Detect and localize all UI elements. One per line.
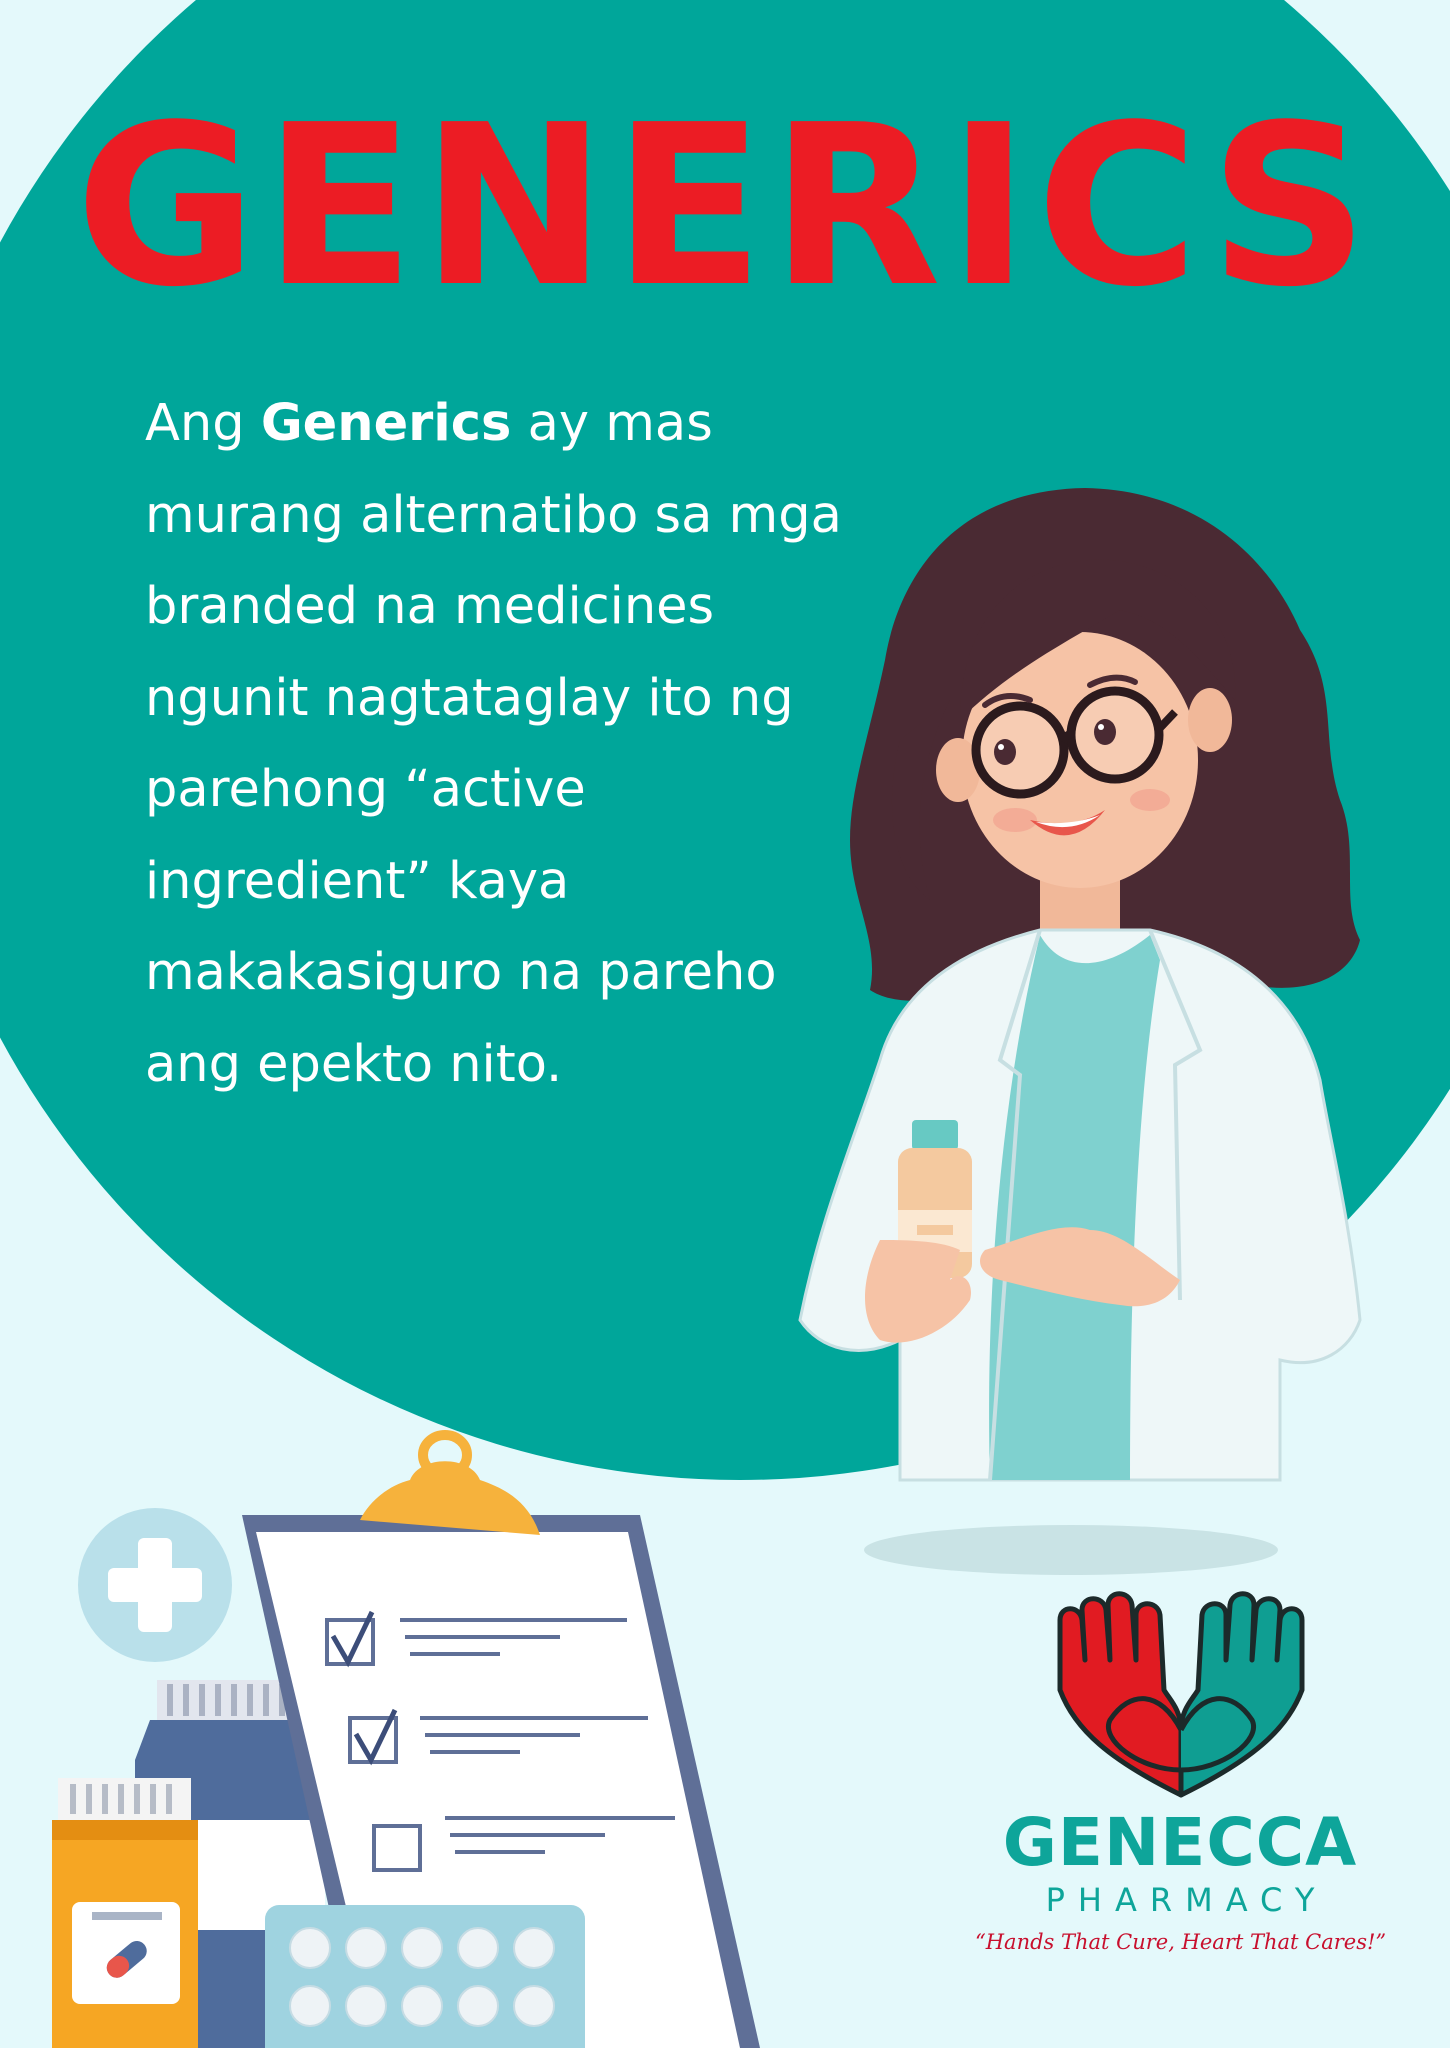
description-line-8: ang epekto nito. xyxy=(145,1034,563,1094)
description-line-7: makakasiguro na pareho xyxy=(145,943,777,1002)
blister-pack-icon xyxy=(265,1905,585,2048)
description-line-3: branded na medicines xyxy=(145,577,715,636)
cheek-right xyxy=(1130,789,1170,811)
description-line-1: Ang Generics ay mas xyxy=(145,378,945,470)
description-bold-generics: Generics xyxy=(260,394,512,453)
description-line-4: ngunit nagtataglay ito ng xyxy=(145,668,794,728)
pill-bottle-icon xyxy=(52,1778,198,2048)
eye-right-highlight xyxy=(1098,724,1104,730)
eye-left-highlight xyxy=(998,744,1004,750)
brand-tagline: “Hands That Cure, Heart That Cares!” xyxy=(975,1930,1387,1954)
glasses-lens-left xyxy=(971,701,1069,799)
description-line-2: murang alternatibo sa mga xyxy=(145,485,842,545)
eye-right xyxy=(1094,719,1116,745)
brand-name: GENECCA xyxy=(1002,1804,1358,1881)
eye-left xyxy=(994,739,1016,765)
ear-right xyxy=(1188,688,1232,752)
description-word-ang: Ang xyxy=(145,394,245,453)
bottle-cap xyxy=(912,1120,958,1150)
bottle-label-mark xyxy=(917,1225,953,1235)
page-title: GENERICS xyxy=(75,78,1375,336)
brand-subtitle: PHARMACY xyxy=(1045,1881,1328,1919)
description-line-6: ingredient” kaya xyxy=(145,851,570,911)
description-line-5: parehong “active xyxy=(145,760,586,819)
medical-cross-icon xyxy=(78,1508,232,1662)
pharmacist-shadow xyxy=(864,1525,1278,1575)
cheek-left xyxy=(993,808,1037,832)
description-line-1-rest: ay mas xyxy=(527,394,713,453)
description-text: Ang Generics ay mas murang alternatibo s… xyxy=(145,378,945,1110)
logo-hands-icon xyxy=(1057,1591,1305,1798)
